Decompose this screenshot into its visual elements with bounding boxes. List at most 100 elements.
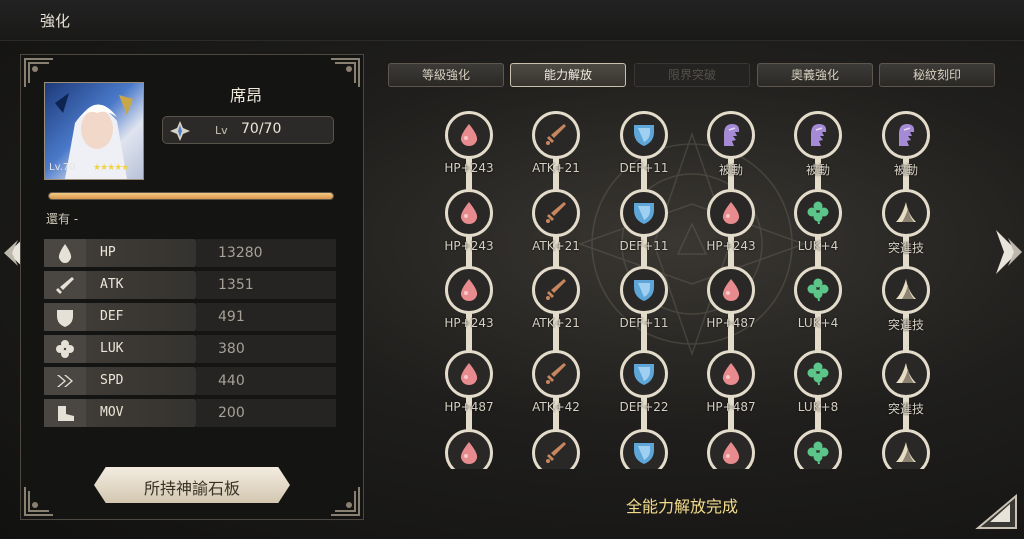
- ability-node-hp[interactable]: HP+243: [706, 189, 756, 253]
- clover-icon: [44, 335, 87, 363]
- stat-name: DEF: [100, 309, 124, 324]
- menu-corner-button-icon[interactable]: [974, 494, 1018, 530]
- corner-ornament-icon: [331, 487, 360, 516]
- tab-3: 限界突破: [634, 63, 750, 87]
- atk-icon: [546, 202, 566, 223]
- stat-name: MOV: [100, 405, 124, 420]
- ability-node-luk[interactable]: LUK+4: [794, 189, 842, 253]
- ability-node-charge[interactable]: 突進技: [882, 189, 930, 255]
- next-hero-arrow-icon[interactable]: [994, 226, 1024, 278]
- ability-node-charge[interactable]: 突進技: [882, 266, 930, 332]
- ability-node-atk[interactable]: ATK+42: [532, 350, 580, 414]
- stat-row-luk: LUK 380: [44, 335, 336, 363]
- stat-value-box: 1351: [196, 271, 336, 299]
- hp-icon: [722, 202, 740, 224]
- hero-portrait[interactable]: Lv.70 ★★★★★: [44, 82, 144, 180]
- charge-icon: [896, 363, 916, 383]
- def-icon: [634, 280, 654, 301]
- ability-node-atk[interactable]: [532, 429, 580, 469]
- sword-icon: [44, 271, 87, 299]
- hp-icon: [722, 363, 740, 385]
- stat-value: 440: [218, 373, 245, 389]
- ability-node-def[interactable]: DEF+11: [619, 189, 669, 253]
- node-label: HP+243: [444, 316, 494, 330]
- tab-5[interactable]: 秘紋刻印: [879, 63, 995, 87]
- tab-4[interactable]: 奧義強化: [757, 63, 873, 87]
- stat-row-spd: SPD 440: [44, 367, 336, 395]
- node-label: HP+487: [444, 400, 494, 414]
- ability-node-def[interactable]: DEF+22: [619, 350, 669, 414]
- ability-node-atk[interactable]: ATK+21: [532, 111, 580, 175]
- ability-node-charge[interactable]: 突進技: [882, 350, 930, 416]
- ability-node-hp[interactable]: HP+243: [444, 111, 494, 175]
- hp-icon: [460, 124, 478, 146]
- stat-value: 13280: [218, 245, 263, 261]
- stat-value: 491: [218, 309, 245, 325]
- ability-node-hp[interactable]: HP+243: [444, 189, 494, 253]
- stat-name: HP: [100, 245, 116, 260]
- ability-node-luk[interactable]: [794, 429, 842, 469]
- node-label: DEF+22: [619, 400, 669, 414]
- node-label: DEF+11: [619, 239, 669, 253]
- stat-name: ATK: [100, 277, 124, 292]
- node-label: HP+487: [706, 400, 756, 414]
- stat-name: SPD: [100, 373, 124, 388]
- hp-icon: [460, 363, 478, 385]
- ability-node-def[interactable]: DEF+11: [619, 266, 669, 330]
- hp-icon: [722, 279, 740, 301]
- ability-node-hp[interactable]: [445, 429, 493, 469]
- experience-bar: [48, 192, 334, 200]
- ability-node-charge[interactable]: [882, 429, 930, 469]
- level-box: Lv 70/70: [162, 116, 334, 144]
- passive-icon: [811, 124, 827, 146]
- passive-icon: [899, 124, 915, 146]
- ability-node-hp[interactable]: [707, 429, 755, 469]
- node-label: HP+243: [444, 239, 494, 253]
- node-label: LUK+4: [797, 239, 839, 253]
- stat-name-box: HP: [86, 239, 204, 267]
- charge-icon: [896, 202, 916, 222]
- stat-value: 1351: [218, 277, 254, 293]
- ability-node-hp[interactable]: HP+487: [706, 350, 756, 414]
- star-rating: ★★★★★: [93, 163, 129, 173]
- top-bar: 強化: [0, 0, 1024, 41]
- tab-1[interactable]: 等級強化: [388, 63, 504, 87]
- ability-node-passive[interactable]: 被動: [794, 111, 842, 177]
- ability-node-luk[interactable]: LUK+4: [794, 266, 842, 330]
- stat-row-def: DEF 491: [44, 303, 336, 331]
- class-emblem-icon: [170, 121, 190, 141]
- ability-node-hp[interactable]: HP+243: [444, 266, 494, 330]
- page-title: 強化: [40, 12, 71, 30]
- node-label: 突進技: [887, 318, 924, 332]
- stat-value: 380: [218, 341, 245, 357]
- stat-name-box: SPD: [86, 367, 204, 395]
- stat-value-box: 13280: [196, 239, 336, 267]
- ability-node-passive[interactable]: 被動: [882, 111, 930, 177]
- hero-name: 席昂: [230, 86, 263, 105]
- remaining-text: 還有 -: [46, 212, 79, 226]
- stat-name-box: DEF: [86, 303, 204, 331]
- level-value: 70/70: [241, 121, 282, 137]
- passive-icon: [724, 124, 740, 146]
- ability-node-passive[interactable]: 被動: [707, 111, 755, 177]
- stat-name-box: LUK: [86, 335, 204, 363]
- chevrons-icon: [44, 367, 87, 395]
- ability-node-luk[interactable]: LUK+8: [794, 350, 842, 414]
- def-icon: [634, 125, 654, 146]
- luk-icon: [807, 441, 829, 465]
- oracle-stone-button[interactable]: 所持神諭石板: [94, 467, 290, 503]
- atk-icon: [546, 279, 566, 300]
- ability-node-atk[interactable]: ATK+21: [532, 266, 580, 330]
- boot-icon: [44, 399, 87, 427]
- stat-value: 200: [218, 405, 245, 421]
- experience-bar-fill: [49, 193, 333, 199]
- ability-node-hp[interactable]: HP+487: [444, 350, 494, 414]
- ability-node-def[interactable]: DEF+11: [619, 111, 669, 175]
- stat-name-box: MOV: [86, 399, 204, 427]
- ability-node-hp[interactable]: HP+487: [706, 266, 756, 330]
- ability-node-def[interactable]: [620, 429, 668, 469]
- def-icon: [634, 364, 654, 385]
- tab-2[interactable]: 能力解放: [510, 63, 626, 87]
- stat-value-box: 200: [196, 399, 336, 427]
- ability-node-atk[interactable]: ATK+21: [532, 189, 580, 253]
